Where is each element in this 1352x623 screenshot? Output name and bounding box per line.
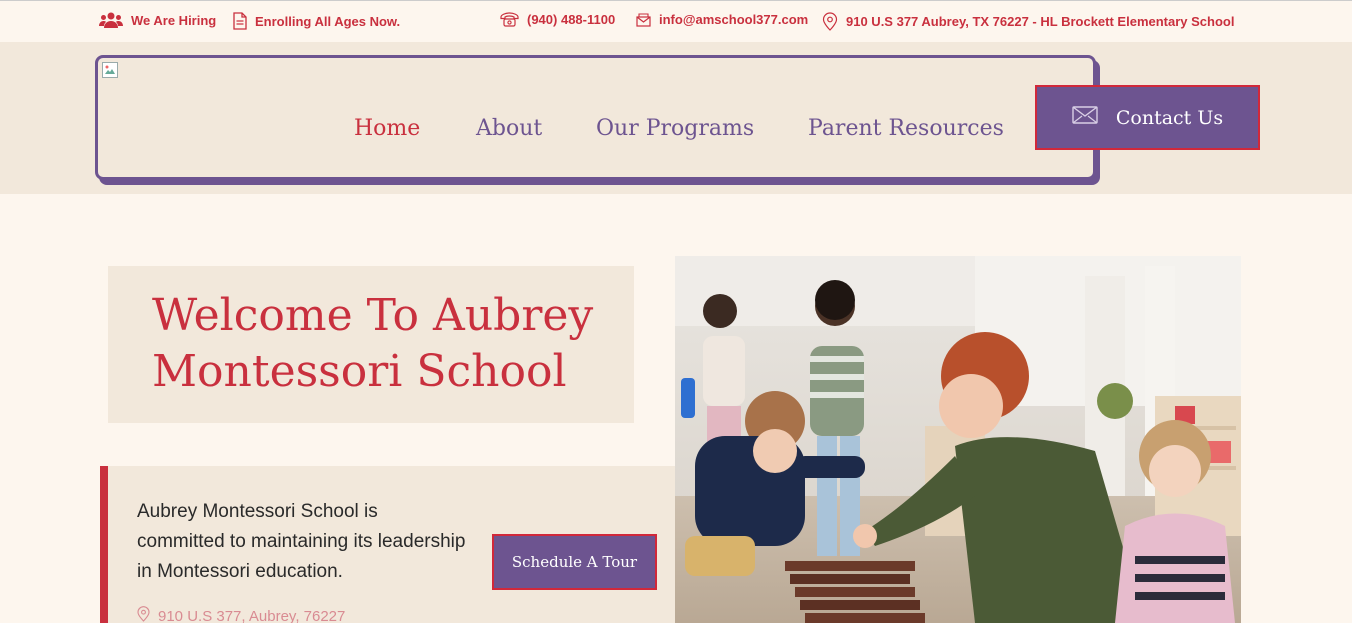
intro-panel: Aubrey Montessori School is committed to… (100, 466, 689, 623)
contact-us-label: Contact Us (1115, 106, 1224, 129)
phone-icon (500, 12, 519, 27)
document-icon (233, 12, 247, 30)
school-logo[interactable] (102, 62, 118, 78)
hero-address: 910 U.S 377, Aubrey, 76227 (137, 606, 345, 623)
mail-icon (636, 12, 651, 27)
envelope-icon (1072, 106, 1098, 129)
address-label: 910 U.S 377 Aubrey, TX 76227 - HL Brocke… (846, 14, 1235, 29)
hiring-label: We Are Hiring (131, 12, 217, 28)
page-title: Welcome To Aubrey Montessori School (152, 290, 594, 397)
hiring-link[interactable]: We Are Hiring (99, 12, 216, 28)
nav-parent-resources[interactable]: Parent Resources (808, 116, 1004, 141)
phone-label: (940) 488-1100 (527, 12, 616, 27)
email-label: info@amschool377.com (659, 12, 809, 27)
enrolling-label: Enrolling All Ages Now. (255, 13, 401, 29)
welcome-panel: Welcome To Aubrey Montessori School (108, 266, 634, 423)
contact-us-button[interactable]: Contact Us (1035, 85, 1260, 150)
phone-link[interactable]: (940) 488-1100 (500, 12, 615, 27)
site-header: Home About Our Programs Parent Resources… (0, 42, 1352, 194)
intro-text: Aubrey Montessori School is committed to… (137, 501, 466, 582)
location-pin-icon (137, 606, 150, 623)
address-link[interactable]: 910 U.S 377 Aubrey, TX 76227 - HL Brocke… (822, 12, 1234, 31)
email-link[interactable]: info@amschool377.com (636, 12, 808, 27)
location-pin-icon (822, 12, 838, 31)
top-info-bar: We Are Hiring Enrolling All Ages Now. (9… (0, 0, 1352, 42)
enrolling-link[interactable]: Enrolling All Ages Now. (233, 12, 400, 30)
schedule-tour-button[interactable]: Schedule A Tour (492, 534, 657, 590)
users-icon (99, 12, 123, 28)
nav-our-programs[interactable]: Our Programs (596, 116, 754, 141)
classroom-photo (675, 256, 1241, 623)
main-navigation: Home About Our Programs Parent Resources (95, 55, 1096, 180)
hero-address-label: 910 U.S 377, Aubrey, 76227 (158, 607, 346, 623)
nav-about[interactable]: About (476, 116, 542, 141)
nav-home[interactable]: Home (354, 116, 420, 141)
